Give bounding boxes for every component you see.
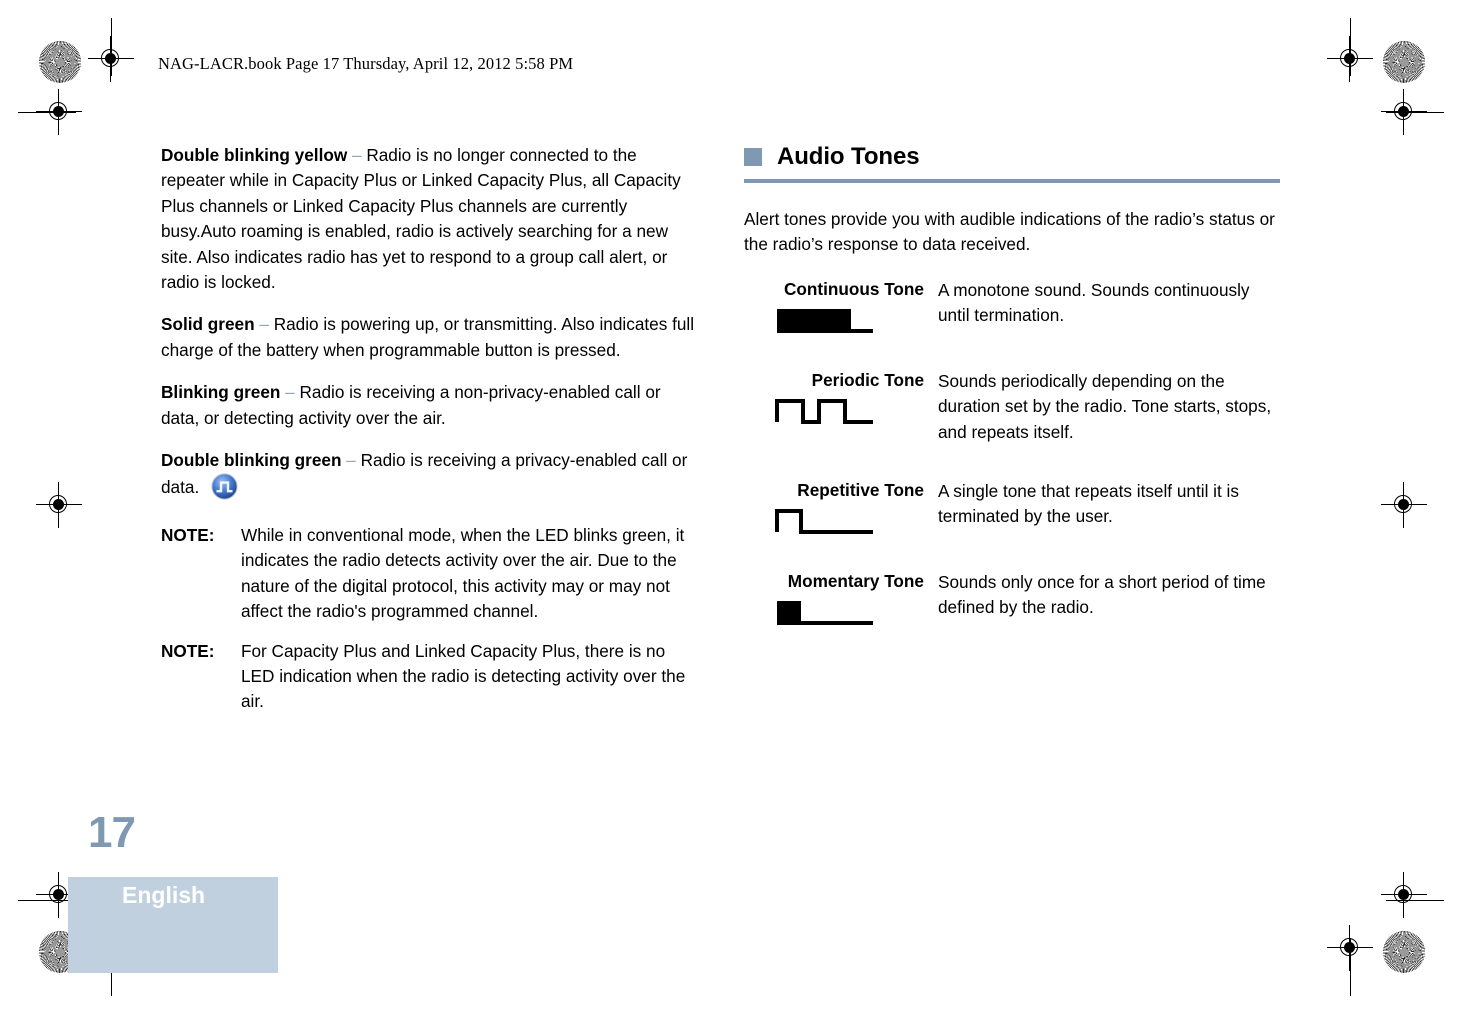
- tone-name: Continuous Tone: [783, 278, 924, 299]
- led-description: Radio is no longer connected to the repe…: [161, 145, 681, 293]
- em-dash: –: [280, 382, 300, 403]
- registration-rosette-top-right: [1383, 41, 1425, 83]
- page-header-slug: NAG-LACR.book Page 17 Thursday, April 12…: [158, 54, 574, 73]
- registration-rosette-top-left: [39, 41, 81, 83]
- led-term: Double blinking green: [161, 450, 342, 471]
- registration-target-upper-left-inner: [36, 89, 82, 135]
- row-spacer: [744, 445, 1280, 479]
- left-column: Double blinking yellow – Radio is no lon…: [161, 143, 701, 729]
- periodic-waveform-icon: [744, 396, 924, 426]
- led-indicator-paragraph: Blinking green – Radio is receiving a no…: [161, 380, 701, 431]
- section-divider: [744, 179, 1280, 183]
- note-block: NOTE: While in conventional mode, when t…: [161, 523, 701, 625]
- page-number: 17: [88, 808, 136, 857]
- note-label: NOTE:: [161, 524, 215, 545]
- document-page: NAG-LACR.book Page 17 Thursday, April 12…: [0, 0, 1462, 1013]
- row-spacer: [744, 536, 1280, 570]
- tone-label-cell: Periodic Tone: [744, 369, 938, 445]
- tone-label-cell: Momentary Tone: [744, 570, 938, 627]
- led-indicator-paragraph: Double blinking yellow – Radio is no lon…: [161, 143, 701, 295]
- section-bullet-icon: [744, 148, 762, 166]
- em-dash: –: [341, 450, 361, 471]
- registration-target-top-right: [1327, 36, 1373, 82]
- momentary-waveform-icon: [744, 597, 924, 627]
- tone-description: Sounds periodically depending on the dur…: [938, 370, 1272, 442]
- section-heading: Audio Tones: [744, 143, 1280, 171]
- note-block: NOTE: For Capacity Plus and Linked Capac…: [161, 639, 701, 715]
- row-spacer: [744, 335, 1280, 369]
- registration-target-middle-right: [1381, 482, 1427, 528]
- registration-target-upper-right-inner: [1381, 89, 1427, 135]
- language-label: English: [122, 882, 206, 908]
- tone-description: Sounds only once for a short period of t…: [938, 572, 1266, 618]
- repetitive-waveform-icon: [744, 506, 924, 536]
- right-column: Audio Tones Alert tones provide you with…: [744, 143, 1280, 627]
- table-row: Periodic Tone Sounds periodically depend…: [744, 369, 1280, 445]
- registration-rosette-bottom-right: [1383, 931, 1425, 973]
- registration-target-top-left: [88, 36, 134, 82]
- registration-target-lower-right-inner: [1381, 872, 1427, 918]
- tone-name: Periodic Tone: [811, 369, 924, 390]
- table-row: Repetitive Tone A single tone that repea…: [744, 479, 1280, 536]
- tone-description: A single tone that repeats itself until …: [938, 481, 1239, 527]
- audio-tones-table: Continuous Tone A monotone sound. Sounds…: [744, 278, 1280, 627]
- led-term: Double blinking yellow: [161, 145, 348, 165]
- table-row: Continuous Tone A monotone sound. Sounds…: [744, 278, 1280, 335]
- led-term: Blinking green: [161, 382, 281, 403]
- note-text: For Capacity Plus and Linked Capacity Pl…: [241, 640, 686, 712]
- continuous-waveform-icon: [744, 305, 924, 335]
- tone-label-cell: Continuous Tone: [744, 278, 938, 335]
- tone-description: A monotone sound. Sounds continuously un…: [938, 279, 1250, 326]
- privacy-pulse-icon: [211, 473, 238, 501]
- tone-label-cell: Repetitive Tone: [744, 479, 938, 536]
- table-row: Momentary Tone Sounds only once for a sh…: [744, 570, 1280, 627]
- page-title: Audio Tones: [777, 143, 920, 170]
- tone-name: Momentary Tone: [787, 571, 924, 592]
- em-dash: –: [254, 314, 274, 335]
- em-dash: –: [347, 145, 367, 165]
- led-indicator-paragraph: Double blinking green – Radio is receivi…: [161, 448, 701, 501]
- note-text: While in conventional mode, when the LED…: [241, 524, 685, 622]
- led-term: Solid green: [161, 314, 255, 335]
- section-intro-text: Alert tones provide you with audible ind…: [744, 209, 1275, 255]
- tone-name: Repetitive Tone: [797, 480, 924, 501]
- registration-target-middle-left: [36, 482, 82, 528]
- note-label: NOTE:: [161, 640, 215, 661]
- registration-target-bottom-right: [1327, 925, 1373, 971]
- led-indicator-paragraph: Solid green – Radio is powering up, or t…: [161, 312, 701, 363]
